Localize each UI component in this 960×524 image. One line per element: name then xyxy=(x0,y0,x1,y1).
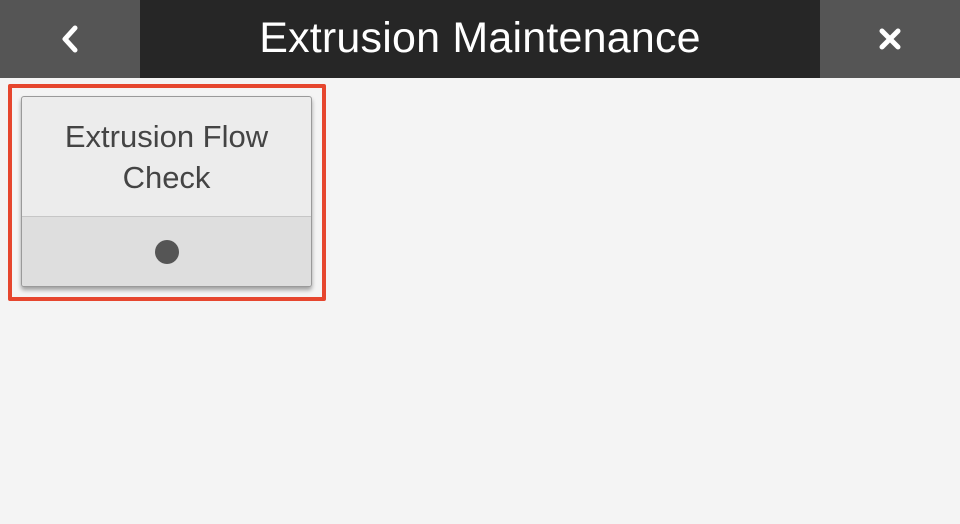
back-button[interactable] xyxy=(0,0,140,78)
chevron-left-icon xyxy=(59,24,81,54)
page-title: Extrusion Maintenance xyxy=(259,14,701,62)
close-button[interactable] xyxy=(820,0,960,78)
close-icon xyxy=(878,27,902,51)
status-dot-icon xyxy=(154,239,179,264)
title-bar: Extrusion Maintenance xyxy=(0,0,960,78)
screen: Extrusion Maintenance Extrusion Flow Che… xyxy=(0,0,960,524)
tile-label: Extrusion Flow Check xyxy=(64,118,269,195)
tile-status-area xyxy=(22,217,311,286)
extrusion-flow-check-tile[interactable]: Extrusion Flow Check xyxy=(21,96,312,287)
